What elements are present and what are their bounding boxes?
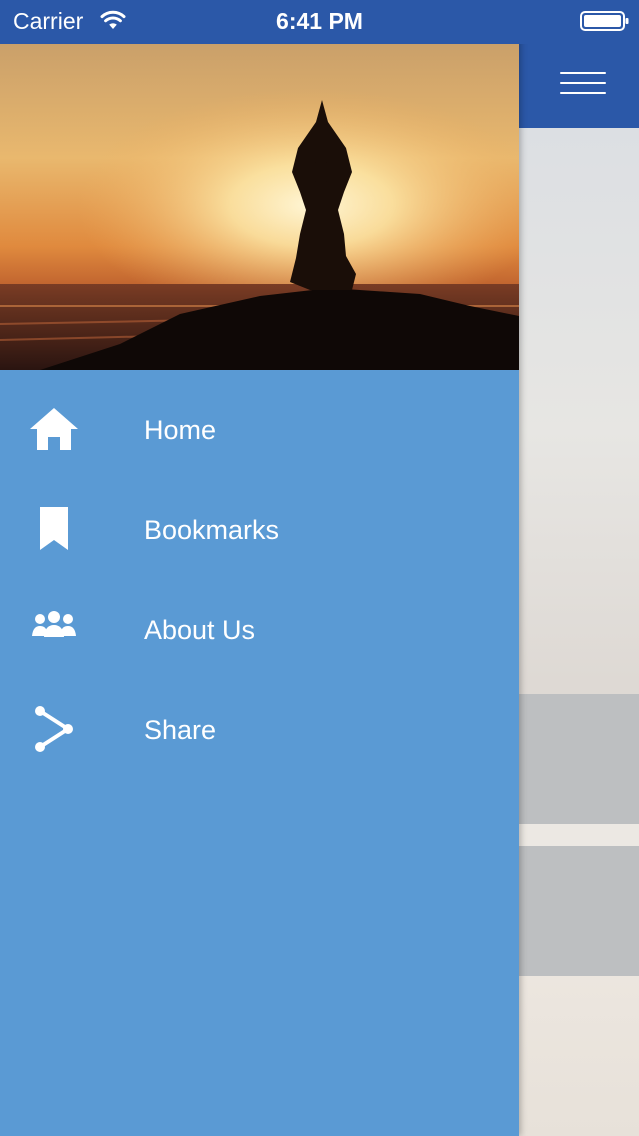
drawer-header-image <box>0 44 519 370</box>
content-card[interactable] <box>519 694 639 824</box>
hamburger-menu-icon[interactable] <box>556 68 608 100</box>
content-footer-image <box>519 976 639 1136</box>
app-screen: Carrier 6:41 PM Home Bookmarks About Us … <box>0 0 639 1136</box>
content-card[interactable] <box>519 846 639 976</box>
menu-item-about-us[interactable]: About Us <box>0 580 519 680</box>
menu-item-label: About Us <box>144 615 256 645</box>
drawer-menu: Home Bookmarks About Us Share <box>0 380 519 780</box>
menu-item-label: Bookmarks <box>144 515 280 545</box>
navigation-drawer: Home Bookmarks About Us Share <box>0 0 519 1136</box>
share-icon <box>28 705 80 755</box>
status-bar: Carrier 6:41 PM <box>0 0 639 44</box>
bookmark-icon <box>28 505 80 555</box>
menu-item-label: Home <box>144 415 217 445</box>
menu-item-share[interactable]: Share <box>0 680 519 780</box>
battery-icon <box>580 10 630 32</box>
menu-item-bookmarks[interactable]: Bookmarks <box>0 480 519 580</box>
menu-item-label: Share <box>144 715 217 745</box>
home-icon <box>28 405 80 455</box>
clock: 6:41 PM <box>276 8 363 34</box>
menu-item-home[interactable]: Home <box>0 380 519 480</box>
content-divider <box>519 824 639 846</box>
group-icon <box>28 605 80 655</box>
